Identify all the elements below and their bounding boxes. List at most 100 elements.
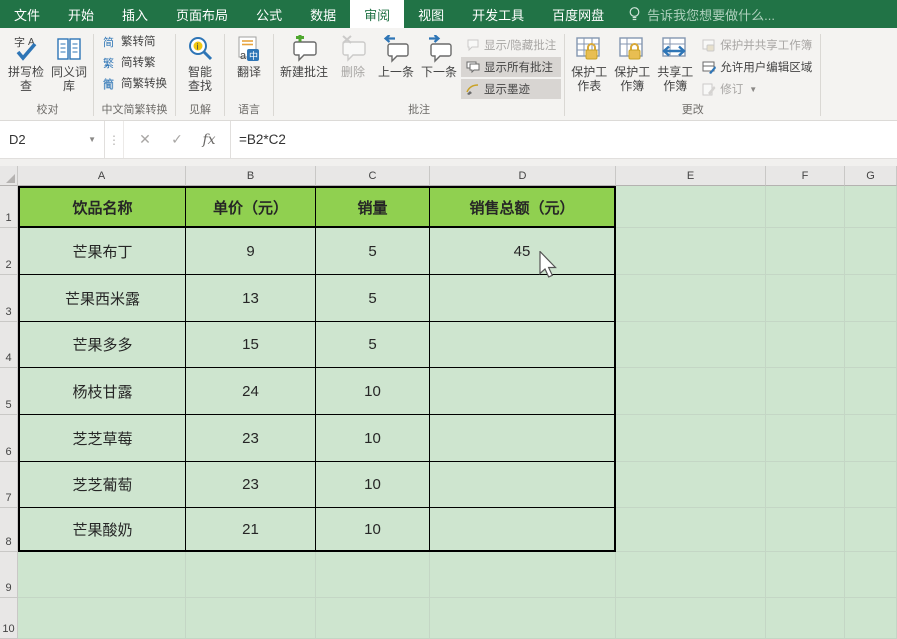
cell-G9[interactable]: [845, 552, 897, 598]
cell-A6[interactable]: 芝芝草莓: [18, 415, 186, 462]
cell-A9[interactable]: [18, 552, 186, 598]
cell-A8[interactable]: 芒果酸奶: [18, 508, 186, 552]
tab-view[interactable]: 视图: [404, 0, 458, 28]
cell-B9[interactable]: [186, 552, 316, 598]
cell-A10[interactable]: [18, 598, 186, 639]
tab-data[interactable]: 数据: [296, 0, 350, 28]
cell-D4[interactable]: [430, 322, 616, 368]
cell-F3[interactable]: [766, 275, 845, 322]
column-header-F[interactable]: F: [766, 166, 845, 186]
enter-button[interactable]: ✓: [162, 125, 192, 155]
cell-E10[interactable]: [616, 598, 766, 639]
tab-page-layout[interactable]: 页面布局: [162, 0, 242, 28]
cell-G6[interactable]: [845, 415, 897, 462]
tab-home[interactable]: 开始: [54, 0, 108, 28]
cell-F10[interactable]: [766, 598, 845, 639]
cell-B5[interactable]: 24: [186, 368, 316, 415]
cell-G3[interactable]: [845, 275, 897, 322]
column-header-C[interactable]: C: [316, 166, 430, 186]
row-header-5[interactable]: 5: [0, 368, 18, 415]
cell-A3[interactable]: 芒果西米露: [18, 275, 186, 322]
row-header-3[interactable]: 3: [0, 275, 18, 322]
cell-E7[interactable]: [616, 462, 766, 508]
row-header-1[interactable]: 1: [0, 186, 18, 228]
row-header-10[interactable]: 10: [0, 598, 18, 639]
cell-D8[interactable]: [430, 508, 616, 552]
row-header-6[interactable]: 6: [0, 415, 18, 462]
cell-E9[interactable]: [616, 552, 766, 598]
row-header-7[interactable]: 7: [0, 462, 18, 508]
cell-G1[interactable]: [845, 186, 897, 228]
previous-comment-button[interactable]: 上一条: [375, 31, 417, 82]
cell-D2[interactable]: 45: [430, 228, 616, 275]
cell-G8[interactable]: [845, 508, 897, 552]
cell-A5[interactable]: 杨枝甘露: [18, 368, 186, 415]
cell-E5[interactable]: [616, 368, 766, 415]
formula-input[interactable]: [231, 121, 897, 158]
cell-B1[interactable]: 单价（元）: [186, 186, 316, 228]
row-header-2[interactable]: 2: [0, 228, 18, 275]
cell-D3[interactable]: [430, 275, 616, 322]
delete-comment-button[interactable]: 删除: [332, 31, 374, 82]
cell-E3[interactable]: [616, 275, 766, 322]
select-all-corner[interactable]: [0, 166, 18, 186]
cell-C10[interactable]: [316, 598, 430, 639]
cell-A4[interactable]: 芒果多多: [18, 322, 186, 368]
new-comment-button[interactable]: 新建批注: [277, 31, 331, 82]
cell-C6[interactable]: 10: [316, 415, 430, 462]
cell-F4[interactable]: [766, 322, 845, 368]
cell-A7[interactable]: 芝芝葡萄: [18, 462, 186, 508]
cell-G5[interactable]: [845, 368, 897, 415]
cell-B7[interactable]: 23: [186, 462, 316, 508]
show-ink-button[interactable]: 显示墨迹: [461, 79, 561, 99]
cell-F5[interactable]: [766, 368, 845, 415]
column-header-E[interactable]: E: [616, 166, 766, 186]
cell-C7[interactable]: 10: [316, 462, 430, 508]
translate-button[interactable]: a 中 翻译: [228, 31, 270, 82]
cell-G4[interactable]: [845, 322, 897, 368]
row-header-8[interactable]: 8: [0, 508, 18, 552]
tab-developer[interactable]: 开发工具: [458, 0, 538, 28]
cell-B8[interactable]: 21: [186, 508, 316, 552]
cell-C4[interactable]: 5: [316, 322, 430, 368]
cell-D9[interactable]: [430, 552, 616, 598]
tab-formulas[interactable]: 公式: [242, 0, 296, 28]
protect-and-share-workbook-button[interactable]: 保护并共享工作簿: [697, 35, 817, 55]
cell-F7[interactable]: [766, 462, 845, 508]
cell-D5[interactable]: [430, 368, 616, 415]
protect-sheet-button[interactable]: 保护工作表: [568, 31, 610, 96]
cell-F9[interactable]: [766, 552, 845, 598]
cell-A2[interactable]: 芒果布丁: [18, 228, 186, 275]
to-simplified-button[interactable]: 简 繁转简: [97, 31, 161, 51]
cell-F6[interactable]: [766, 415, 845, 462]
cell-E4[interactable]: [616, 322, 766, 368]
cell-B6[interactable]: 23: [186, 415, 316, 462]
spell-check-button[interactable]: 字 A 拼写检查: [5, 31, 47, 96]
cell-G2[interactable]: [845, 228, 897, 275]
name-box[interactable]: [0, 121, 104, 158]
column-header-G[interactable]: G: [845, 166, 897, 186]
tell-me-box[interactable]: 告诉我您想要做什么...: [628, 0, 775, 28]
cell-E1[interactable]: [616, 186, 766, 228]
tab-baidu-netdisk[interactable]: 百度网盘: [538, 0, 618, 28]
cell-B3[interactable]: 13: [186, 275, 316, 322]
simplified-traditional-convert-button[interactable]: 简 简繁转换: [97, 73, 172, 93]
cell-D1[interactable]: 销售总额（元）: [430, 186, 616, 228]
column-header-A[interactable]: A: [18, 166, 186, 186]
cell-F8[interactable]: [766, 508, 845, 552]
to-traditional-button[interactable]: 繁 简转繁: [97, 52, 161, 72]
cell-E8[interactable]: [616, 508, 766, 552]
cell-D10[interactable]: [430, 598, 616, 639]
cell-B4[interactable]: 15: [186, 322, 316, 368]
tab-insert[interactable]: 插入: [108, 0, 162, 28]
tab-file[interactable]: 文件: [0, 0, 54, 28]
thesaurus-button[interactable]: 同义词库: [48, 31, 90, 96]
cell-F2[interactable]: [766, 228, 845, 275]
show-hide-comment-button[interactable]: 显示/隐藏批注: [461, 35, 561, 55]
cell-C5[interactable]: 10: [316, 368, 430, 415]
cell-E2[interactable]: [616, 228, 766, 275]
next-comment-button[interactable]: 下一条: [418, 31, 460, 82]
cell-D7[interactable]: [430, 462, 616, 508]
cell-G7[interactable]: [845, 462, 897, 508]
track-changes-button[interactable]: 修订 ▼: [697, 79, 817, 99]
